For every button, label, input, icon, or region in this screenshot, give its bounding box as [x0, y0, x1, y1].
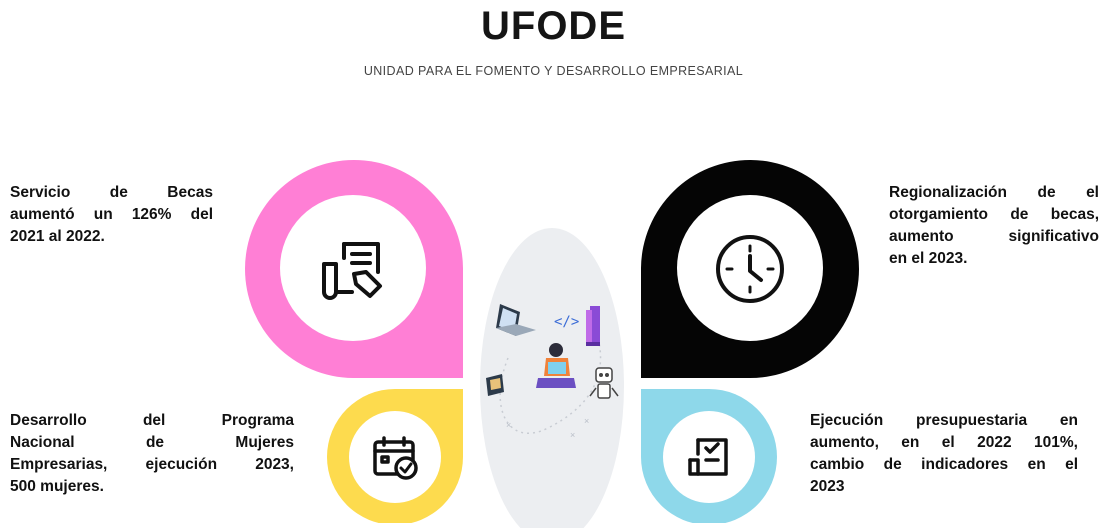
plus-mark: × [570, 430, 575, 440]
clock-icon [716, 235, 784, 303]
server-tower-icon [586, 306, 600, 346]
central-illustration: </> × × × [480, 228, 624, 528]
plus-mark: × [506, 420, 511, 430]
calendar-check-icon [373, 436, 418, 480]
scholarship-document-icon [322, 242, 382, 300]
code-icon: </> [554, 314, 579, 330]
checklist-icon [688, 438, 728, 476]
plus-mark: × [584, 416, 589, 426]
